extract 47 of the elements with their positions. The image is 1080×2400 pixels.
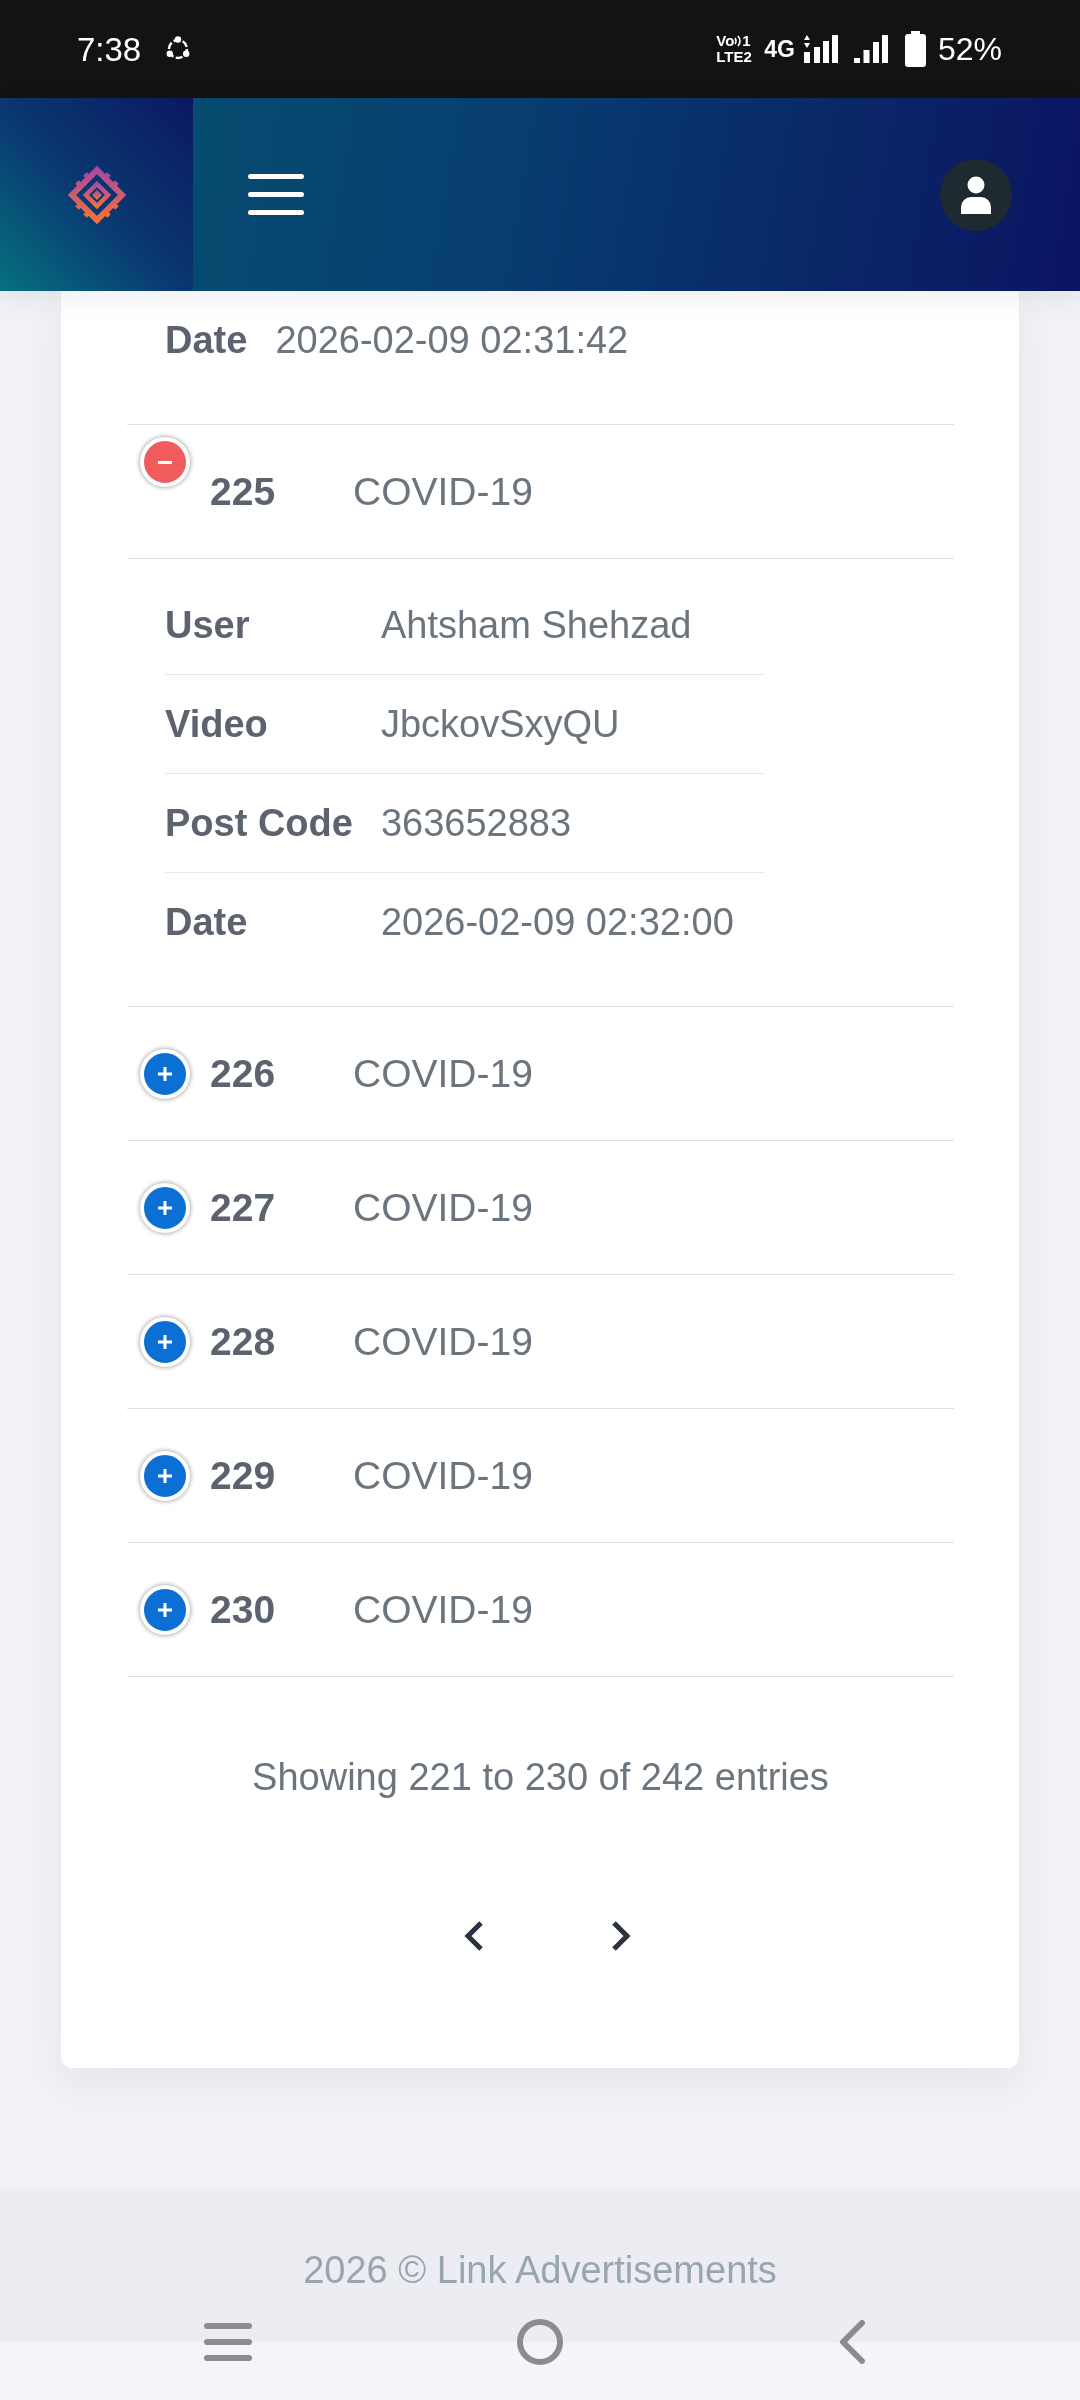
battery-percent: 52% bbox=[937, 30, 1002, 68]
row-id: 225 bbox=[210, 469, 277, 514]
row-title: COVID-19 bbox=[353, 1185, 533, 1230]
row-title: COVID-19 bbox=[353, 1587, 533, 1632]
plus-icon bbox=[158, 1200, 172, 1215]
detail-label: Date bbox=[165, 899, 249, 945]
detail-label: User bbox=[165, 602, 251, 648]
plus-icon bbox=[158, 1468, 172, 1483]
detail-value: 2026-02-09 02:32:00 bbox=[380, 899, 735, 945]
detail-value: Ahtsham Shehzad bbox=[380, 602, 693, 648]
status-time: 7:38 bbox=[77, 32, 142, 66]
plus-icon bbox=[158, 1334, 172, 1349]
detail-label: Video bbox=[165, 701, 269, 747]
detail-value: 363652883 bbox=[380, 800, 573, 846]
entries-info: Showing 221 to 230 of 242 entries bbox=[251, 1755, 830, 1800]
sim-label: 1 bbox=[742, 33, 751, 49]
row-title: COVID-19 bbox=[353, 469, 533, 514]
chevron-right-icon bbox=[611, 1920, 631, 1952]
row-id: 227 bbox=[210, 1185, 277, 1230]
row-title: COVID-19 bbox=[353, 1051, 533, 1096]
avatar-icon[interactable] bbox=[940, 158, 1012, 231]
waves-icon bbox=[734, 35, 743, 48]
menu-icon[interactable] bbox=[248, 174, 304, 215]
row-title: COVID-19 bbox=[353, 1319, 533, 1364]
battery-icon bbox=[904, 31, 926, 67]
detail-label: Date bbox=[165, 317, 249, 363]
detail-value: 2026-02-09 02:31:42 bbox=[275, 317, 630, 363]
row-title: COVID-19 bbox=[353, 1453, 533, 1498]
detail-value: JbckovSxyQU bbox=[380, 701, 621, 747]
volte-label: Vo bbox=[716, 33, 735, 49]
row-id: 229 bbox=[210, 1453, 277, 1498]
signal-icon bbox=[853, 35, 888, 63]
signal-icon bbox=[803, 35, 838, 63]
chevron-left-icon bbox=[464, 1920, 484, 1952]
back-icon[interactable] bbox=[838, 2320, 866, 2364]
row-id: 230 bbox=[210, 1587, 277, 1632]
row-id: 226 bbox=[210, 1051, 277, 1096]
row-id: 228 bbox=[210, 1319, 277, 1364]
detail-label: Post Code bbox=[165, 800, 354, 846]
sync-icon bbox=[165, 36, 192, 62]
plus-icon bbox=[158, 1602, 172, 1617]
footer-text: 2026 © Link Advertisements bbox=[303, 2249, 777, 2291]
network-type: 4G bbox=[764, 35, 795, 63]
minus-icon bbox=[158, 460, 172, 464]
lte-label: LTE2 bbox=[716, 49, 752, 65]
home-icon[interactable] bbox=[517, 2319, 563, 2365]
plus-icon bbox=[158, 1066, 172, 1081]
